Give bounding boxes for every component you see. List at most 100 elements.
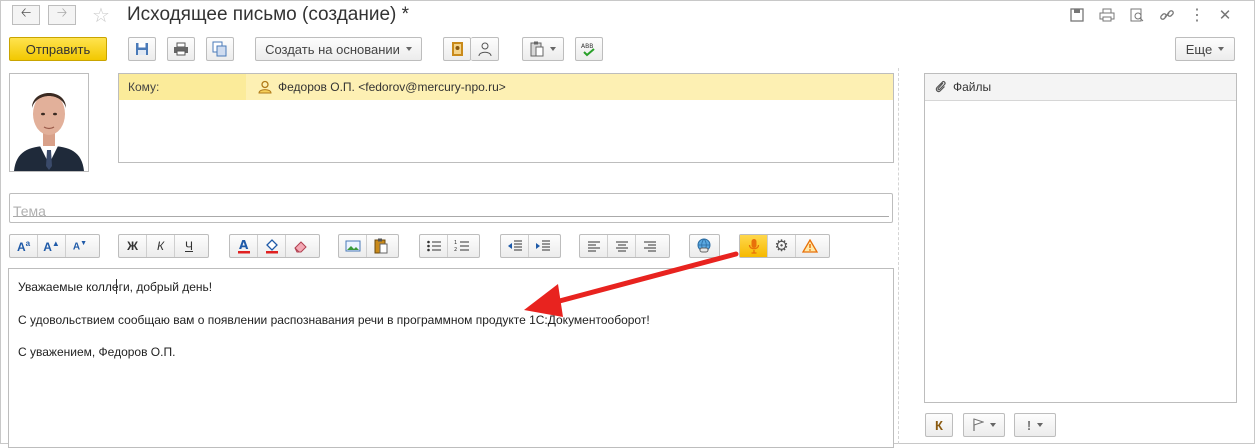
gear-icon: ⚙ [774,238,789,255]
back-button[interactable]: 🡠 [12,5,40,25]
list-group: 12 [419,234,480,258]
voice-settings-button[interactable]: ⚙ [768,235,796,257]
voice-group: ⚙ [739,234,830,258]
back-icon: 🡠 [20,5,32,20]
flag-icon [973,418,984,431]
importance-button[interactable]: ! [1014,413,1056,437]
italic-button[interactable]: К [147,235,175,257]
text-color-button[interactable]: A [230,235,258,257]
underline-button[interactable]: Ч [175,235,203,257]
forward-button[interactable]: 🡢 [48,5,76,25]
k-button[interactable]: К [925,413,953,437]
numbered-list-button[interactable]: 12 [448,235,476,257]
to-field[interactable]: Федоров О.П. <fedorov@mercury-npo.ru> [246,74,893,100]
bold-label: Ж [127,239,138,253]
recipient-photo [9,73,89,172]
message-body-editor[interactable]: Уважаемые коллеги, добрый день! С удовол… [8,268,894,448]
forward-icon: 🡢 [56,5,68,20]
star-icon[interactable]: ☆ [92,3,110,28]
svg-text:1: 1 [454,240,457,246]
insert-image-button[interactable] [339,235,367,257]
save-icon [1070,8,1084,22]
preview-window-button[interactable] [1128,6,1146,24]
paperclip-icon [935,80,946,93]
bold-button[interactable]: Ж [119,235,147,257]
paste-button[interactable] [522,37,564,61]
recipients-panel: Кому: Федоров О.П. <fedorov@mercury-npo.… [118,73,894,163]
address-book-icon [452,42,463,56]
decrease-font-icon: A▼ [72,239,88,253]
chevron-down-icon [405,47,412,51]
subject-underline [13,216,889,217]
save-button[interactable] [128,37,156,61]
contact-button[interactable] [471,37,499,61]
bullet-list-icon [426,240,441,252]
chevron-down-icon [550,47,556,51]
increase-font-icon: A▲ [43,238,60,254]
image-icon [345,240,360,252]
address-book-button[interactable] [443,37,471,61]
fill-color-button[interactable] [258,235,286,257]
svg-text:A: A [239,238,249,252]
print-icon [174,42,188,56]
window-menu-button[interactable]: ⋮ [1188,6,1206,24]
importance-label: ! [1026,417,1032,433]
underline-label: Ч [185,239,193,253]
save-window-button[interactable] [1068,6,1086,24]
files-header[interactable]: Файлы [925,74,1236,101]
italic-label: К [156,239,165,253]
menu-icon: ⋮ [1189,7,1205,24]
body-line-signature: С уважением, Федоров О.П. [18,345,176,359]
eraser-button[interactable] [286,235,314,257]
text-color-icon: A [237,238,250,254]
paste-format-button[interactable] [367,235,395,257]
close-window-button[interactable]: ✕ [1216,6,1234,24]
copy-icon [212,41,227,57]
numbered-list-icon: 12 [454,240,469,253]
insert-group [338,234,399,258]
user-icon [478,42,491,57]
chevron-down-icon [1037,423,1044,427]
clipboard-icon [374,238,388,254]
color-group: A [229,234,320,258]
bulleted-list-button[interactable] [420,235,448,257]
annotation-arrow [524,251,739,317]
font-style-button[interactable]: Aa [10,235,38,257]
chevron-down-icon [1218,47,1225,51]
link-icon [1160,10,1174,20]
voice-warning-button[interactable] [796,235,824,257]
font-size-group: Aa A▲ A▼ [9,234,100,258]
copy-button[interactable] [206,37,234,61]
clipboard-icon [530,41,544,57]
fill-color-icon [265,239,278,254]
link-window-button[interactable] [1158,6,1176,24]
warning-icon [802,239,818,253]
files-panel: Файлы [924,73,1237,403]
print-window-button[interactable] [1098,6,1116,24]
more-button[interactable]: Еще [1175,37,1235,61]
svg-text:ABB: ABB [581,43,593,50]
print-button[interactable] [167,37,195,61]
user-icon [258,80,272,94]
recipient-row[interactable]: Кому: Федоров О.П. <fedorov@mercury-npo.… [119,74,893,100]
subject-input[interactable] [10,194,892,222]
flag-button[interactable] [963,413,1005,437]
send-button[interactable]: Отправить [9,37,107,61]
panel-divider[interactable] [898,68,899,444]
more-label: Еще [1185,41,1213,57]
avatar [10,74,88,171]
increase-font-button[interactable]: A▲ [38,235,66,257]
window-title: Исходящее письмо (создание) * [127,4,410,25]
chevron-down-icon [990,423,996,427]
close-icon: ✕ [1218,7,1232,24]
k-label: К [935,417,943,433]
decrease-font-button[interactable]: A▼ [66,235,94,257]
subject-field[interactable] [9,193,893,223]
spellcheck-button[interactable]: ABB [575,37,603,61]
eraser-icon [294,241,307,253]
text-style-group: Ж К Ч [118,234,209,258]
create-based-on-label: Создать на основании [265,41,400,57]
spellcheck-icon: ABB [581,43,595,57]
create-based-on-button[interactable]: Создать на основании [255,37,422,61]
svg-text:2: 2 [454,247,457,253]
